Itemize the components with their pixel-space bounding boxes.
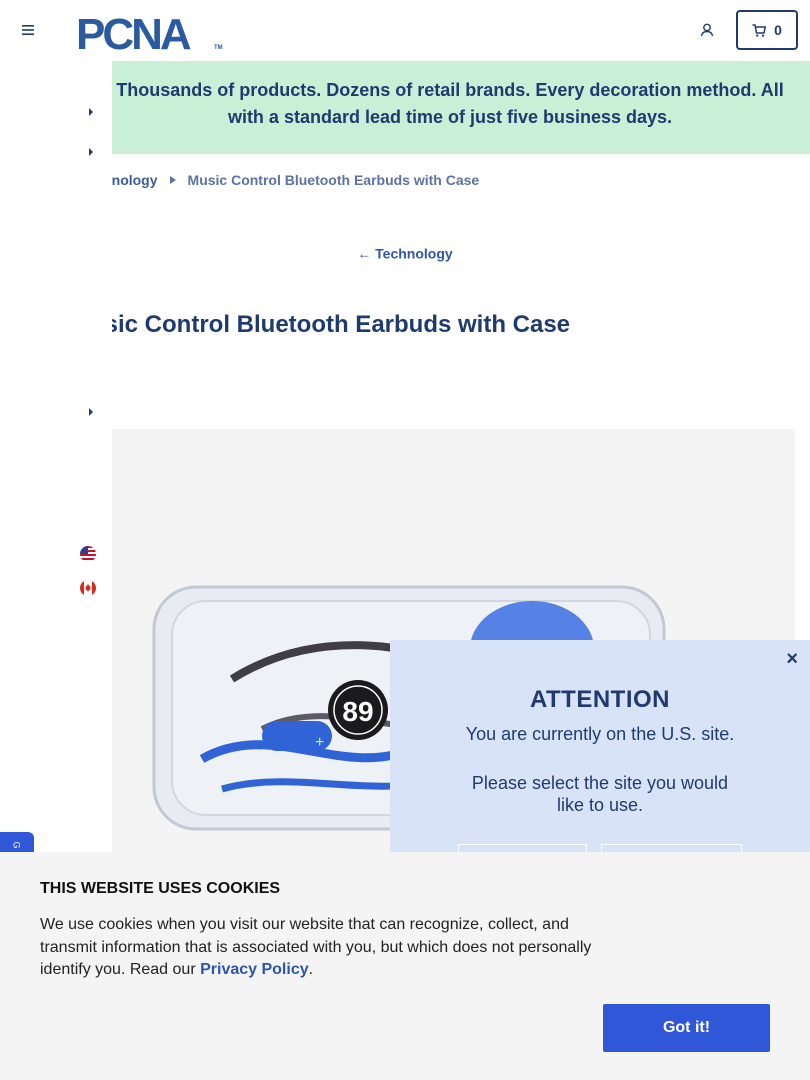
pcna-logo[interactable]: PCNA TM: [76, 10, 226, 59]
cookie-banner-title: THIS WEBSITE USES COOKIES: [40, 880, 281, 897]
product-title: Music Control Bluetooth Earbuds with Cas…: [70, 311, 571, 338]
menu-button[interactable]: [18, 20, 38, 40]
caret-right-icon[interactable]: [86, 105, 96, 119]
cart-button[interactable]: 0: [736, 10, 798, 50]
breadcrumb: Technology Music Control Bluetooth Earbu…: [80, 172, 479, 188]
feedback-glyph: G: [11, 841, 22, 849]
us-flag-icon[interactable]: [80, 546, 96, 562]
product-badge-number: 89: [342, 696, 373, 727]
attention-title: ATTENTION: [529, 686, 671, 713]
attention-select-site-text: Please select the site you would like to…: [471, 773, 729, 815]
page: PCNA TM 0 Thousands of products. Dozens …: [0, 0, 810, 1080]
cookie-banner-text: We use cookies when you visit our websit…: [40, 914, 610, 982]
caret-right-icon[interactable]: [86, 145, 96, 159]
svg-text:+: +: [315, 734, 324, 751]
caret-right-icon[interactable]: [86, 405, 96, 419]
cart-icon: [752, 23, 767, 37]
promo-banner-text: Thousands of products. Dozens of retail …: [116, 80, 784, 127]
attention-current-site-text: You are currently on the U.S. site.: [465, 724, 735, 744]
hamburger-icon: [22, 25, 34, 35]
cookie-text-body: We use cookies when you visit our websit…: [40, 916, 592, 978]
privacy-policy-link[interactable]: Privacy Policy: [200, 961, 309, 978]
canada-flag-icon[interactable]: [80, 580, 96, 596]
promo-banner: Thousands of products. Dozens of retail …: [0, 61, 810, 154]
logo-tm: TM: [214, 45, 223, 51]
cookie-text-end: .: [308, 961, 314, 978]
arrow-left-icon: ←: [357, 245, 372, 262]
close-icon[interactable]: ×: [786, 648, 798, 671]
breadcrumb-current: Music Control Bluetooth Earbuds with Cas…: [187, 172, 480, 188]
logo-text: PCNA: [76, 10, 191, 52]
site-header: PCNA TM 0: [0, 0, 810, 61]
account-button[interactable]: [697, 20, 717, 40]
cart-count: 0: [774, 22, 782, 38]
cookie-banner: THIS WEBSITE USES COOKIES We use cookies…: [0, 852, 810, 1080]
caret-right-icon: [169, 176, 176, 184]
user-icon: [700, 23, 714, 37]
back-to-category-link[interactable]: ← Technology: [0, 244, 810, 261]
back-link-label: Technology: [375, 245, 453, 262]
accept-cookies-button[interactable]: Got it!: [603, 1004, 770, 1052]
